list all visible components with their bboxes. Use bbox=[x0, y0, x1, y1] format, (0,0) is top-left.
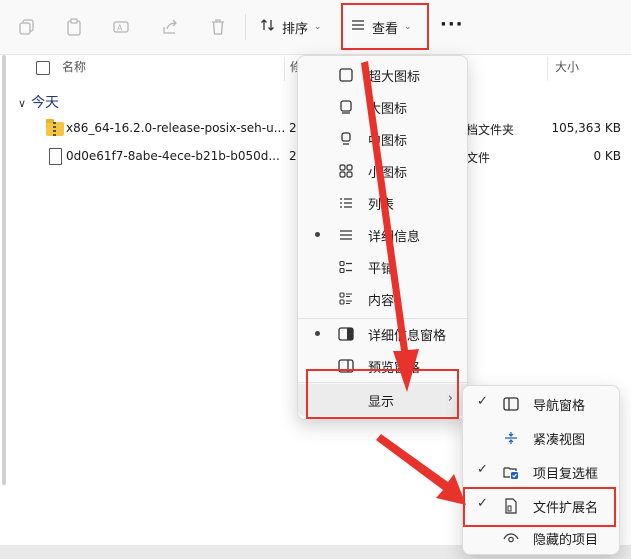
annotation-arrows bbox=[361, 61, 466, 505]
arrow-to-file-extensions bbox=[376, 434, 466, 505]
arrow-to-show-item bbox=[361, 61, 419, 392]
